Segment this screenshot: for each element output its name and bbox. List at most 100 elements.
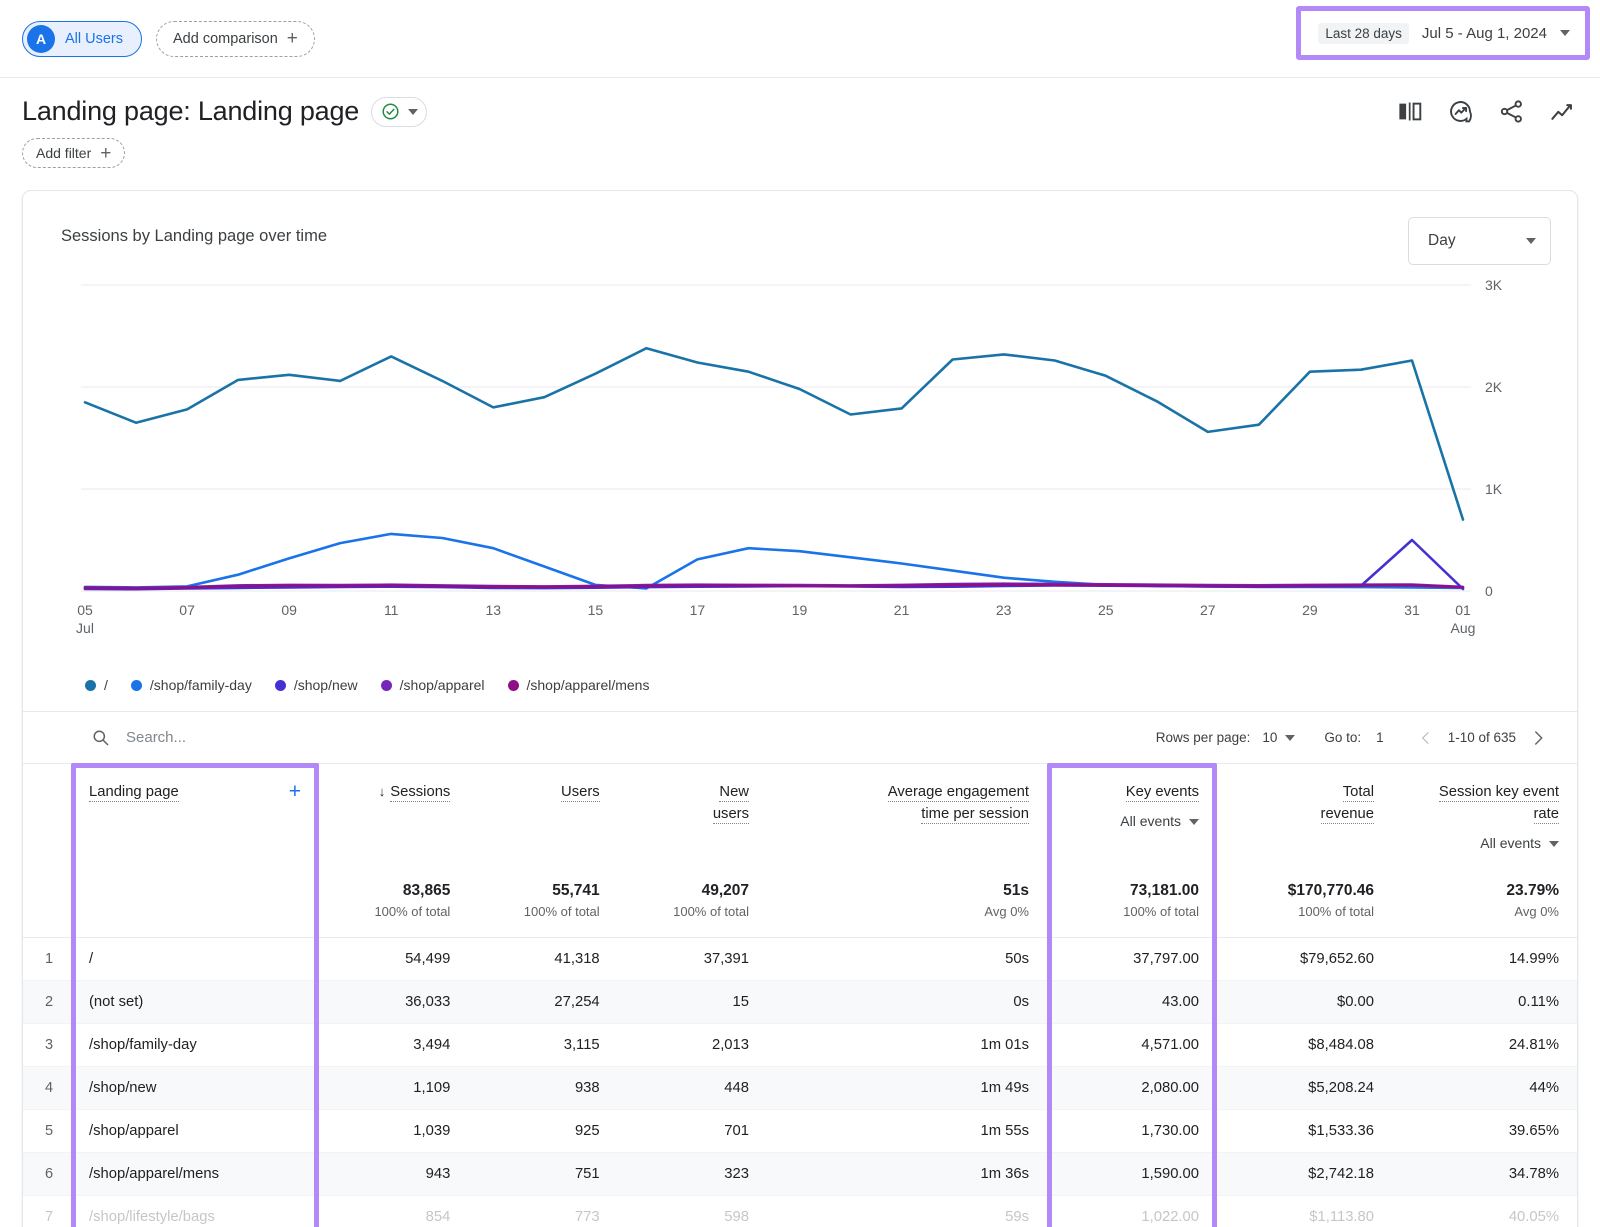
header-key-events[interactable]: Key events All events bbox=[1047, 764, 1217, 866]
header-new-users-line2: users bbox=[713, 806, 749, 824]
add-filter-button[interactable]: Add filter + bbox=[22, 138, 125, 168]
svg-text:13: 13 bbox=[486, 602, 502, 618]
search-input[interactable] bbox=[126, 729, 446, 746]
row-key-events: 37,797.00 bbox=[1047, 938, 1217, 981]
legend-item[interactable]: /shop/apparel/mens bbox=[508, 677, 650, 693]
legend-item[interactable]: /shop/new bbox=[275, 677, 358, 693]
totals-value: 49,207 bbox=[636, 882, 749, 900]
row-total-revenue: $1,533.36 bbox=[1217, 1110, 1392, 1153]
compare-icon[interactable] bbox=[1396, 98, 1423, 125]
table-row[interactable]: 7/shop/lifestyle/bags85477359859s1,022.0… bbox=[23, 1196, 1577, 1227]
svg-text:01: 01 bbox=[1455, 602, 1471, 618]
chevron-down-icon bbox=[1285, 735, 1295, 741]
header-avg-engagement[interactable]: Average engagement time per session bbox=[767, 764, 1047, 866]
row-landing-page[interactable]: / bbox=[71, 938, 319, 981]
goto-label: Go to: bbox=[1324, 730, 1361, 745]
row-session-key-event-rate: 40.05% bbox=[1392, 1196, 1577, 1227]
pagination-controls: Rows per page: 10 Go to: 1 1-10 of 635 bbox=[1156, 725, 1551, 751]
rows-per-page-select[interactable]: 10 bbox=[1262, 730, 1295, 745]
totals-sub: Avg 0% bbox=[1410, 904, 1559, 919]
add-dimension-icon[interactable]: + bbox=[289, 781, 301, 802]
add-filter-label: Add filter bbox=[36, 145, 91, 161]
row-key-events: 43.00 bbox=[1047, 981, 1217, 1024]
svg-text:1K: 1K bbox=[1485, 481, 1503, 497]
plus-icon: + bbox=[100, 144, 111, 163]
table-row[interactable]: 2(not set)36,03327,254150s43.00$0.000.11… bbox=[23, 981, 1577, 1024]
header-skr-line1: Session key event bbox=[1439, 784, 1559, 802]
totals-value: 73,181.00 bbox=[1065, 882, 1199, 900]
all-users-chip[interactable]: A All Users bbox=[22, 21, 142, 57]
svg-text:25: 25 bbox=[1098, 602, 1114, 618]
row-landing-page[interactable]: /shop/apparel/mens bbox=[71, 1153, 319, 1196]
row-avg-engagement: 1m 36s bbox=[767, 1153, 1047, 1196]
legend-item[interactable]: /shop/family-day bbox=[131, 677, 252, 693]
table-row[interactable]: 4/shop/new1,1099384481m 49s2,080.00$5,20… bbox=[23, 1067, 1577, 1110]
totals-sub: 100% of total bbox=[1065, 904, 1199, 919]
row-users: 41,318 bbox=[468, 938, 617, 981]
title-section: Landing page: Landing page Add filter + bbox=[0, 78, 1600, 168]
check-circle-icon bbox=[381, 102, 400, 121]
svg-text:23: 23 bbox=[996, 602, 1012, 618]
goto-input[interactable]: 1 bbox=[1376, 730, 1384, 745]
row-sessions: 854 bbox=[319, 1196, 468, 1227]
legend-item[interactable]: / bbox=[85, 677, 108, 693]
table-row[interactable]: 3/shop/family-day3,4943,1152,0131m 01s4,… bbox=[23, 1024, 1577, 1067]
skr-filter-select[interactable]: All events bbox=[1410, 833, 1559, 854]
share-icon[interactable] bbox=[1498, 98, 1525, 125]
svg-text:05: 05 bbox=[77, 602, 93, 618]
row-landing-page[interactable]: /shop/apparel bbox=[71, 1110, 319, 1153]
row-landing-page[interactable]: (not set) bbox=[71, 981, 319, 1024]
rows-per-page-label: Rows per page: bbox=[1156, 730, 1251, 745]
row-key-events: 1,022.00 bbox=[1047, 1196, 1217, 1227]
row-total-revenue: $1,113.80 bbox=[1217, 1196, 1392, 1227]
header-session-key-event-rate[interactable]: Session key event rate All events bbox=[1392, 764, 1577, 866]
previous-page-button[interactable] bbox=[1413, 725, 1439, 751]
totals-new-users: 49,207100% of total bbox=[618, 866, 767, 938]
svg-text:11: 11 bbox=[384, 602, 399, 618]
add-comparison-button[interactable]: Add comparison + bbox=[156, 21, 315, 57]
row-total-revenue: $0.00 bbox=[1217, 981, 1392, 1024]
skr-filter-value: All events bbox=[1480, 833, 1541, 854]
row-index: 6 bbox=[23, 1153, 71, 1196]
row-key-events: 2,080.00 bbox=[1047, 1067, 1217, 1110]
date-range-selector[interactable]: Last 28 days Jul 5 - Aug 1, 2024 bbox=[1302, 12, 1584, 54]
header-sessions[interactable]: ↓Sessions bbox=[319, 764, 468, 866]
header-landing-page[interactable]: Landing page + bbox=[71, 764, 319, 866]
totals-sub: 100% of total bbox=[337, 904, 450, 919]
row-landing-page[interactable]: /shop/new bbox=[71, 1067, 319, 1110]
granularity-select[interactable]: Day bbox=[1408, 217, 1551, 265]
table-row[interactable]: 1/54,49941,31837,39150s37,797.00$79,652.… bbox=[23, 938, 1577, 981]
header-avg-engagement-line2: time per session bbox=[921, 806, 1029, 824]
row-landing-page[interactable]: /shop/lifestyle/bags bbox=[71, 1196, 319, 1227]
row-total-revenue: $79,652.60 bbox=[1217, 938, 1392, 981]
totals-total-revenue: $170,770.46100% of total bbox=[1217, 866, 1392, 938]
table-row[interactable]: 6/shop/apparel/mens9437513231m 36s1,590.… bbox=[23, 1153, 1577, 1196]
insights-icon[interactable] bbox=[1447, 98, 1474, 125]
svg-text:27: 27 bbox=[1200, 602, 1216, 618]
header-users[interactable]: Users bbox=[468, 764, 617, 866]
row-key-events: 1,590.00 bbox=[1047, 1153, 1217, 1196]
header-new-users[interactable]: New users bbox=[618, 764, 767, 866]
row-index: 3 bbox=[23, 1024, 71, 1067]
chevron-down-icon bbox=[1189, 819, 1199, 825]
legend-item[interactable]: /shop/apparel bbox=[381, 677, 485, 693]
row-sessions: 1,039 bbox=[319, 1110, 468, 1153]
table-body: 83,865100% of total55,741100% of total49… bbox=[23, 866, 1577, 1227]
key-events-filter-select[interactable]: All events bbox=[1065, 811, 1199, 832]
totals-value: 51s bbox=[785, 882, 1029, 900]
table-row[interactable]: 5/shop/apparel1,0399257011m 55s1,730.00$… bbox=[23, 1110, 1577, 1153]
row-landing-page[interactable]: /shop/family-day bbox=[71, 1024, 319, 1067]
chart-title: Sessions by Landing page over time bbox=[61, 217, 327, 246]
next-page-button[interactable] bbox=[1525, 725, 1551, 751]
header-total-revenue[interactable]: Total revenue bbox=[1217, 764, 1392, 866]
header-new-users-line1: New bbox=[719, 784, 749, 802]
trend-icon[interactable] bbox=[1549, 98, 1576, 125]
row-total-revenue: $5,208.24 bbox=[1217, 1067, 1392, 1110]
totals-users: 55,741100% of total bbox=[468, 866, 617, 938]
row-session-key-event-rate: 14.99% bbox=[1392, 938, 1577, 981]
totals-session-key-event-rate: 23.79%Avg 0% bbox=[1392, 866, 1577, 938]
row-avg-engagement: 1m 49s bbox=[767, 1067, 1047, 1110]
row-new-users: 323 bbox=[618, 1153, 767, 1196]
report-status-pill[interactable] bbox=[371, 97, 427, 127]
report-card: Sessions by Landing page over time Day 0… bbox=[22, 190, 1578, 1227]
